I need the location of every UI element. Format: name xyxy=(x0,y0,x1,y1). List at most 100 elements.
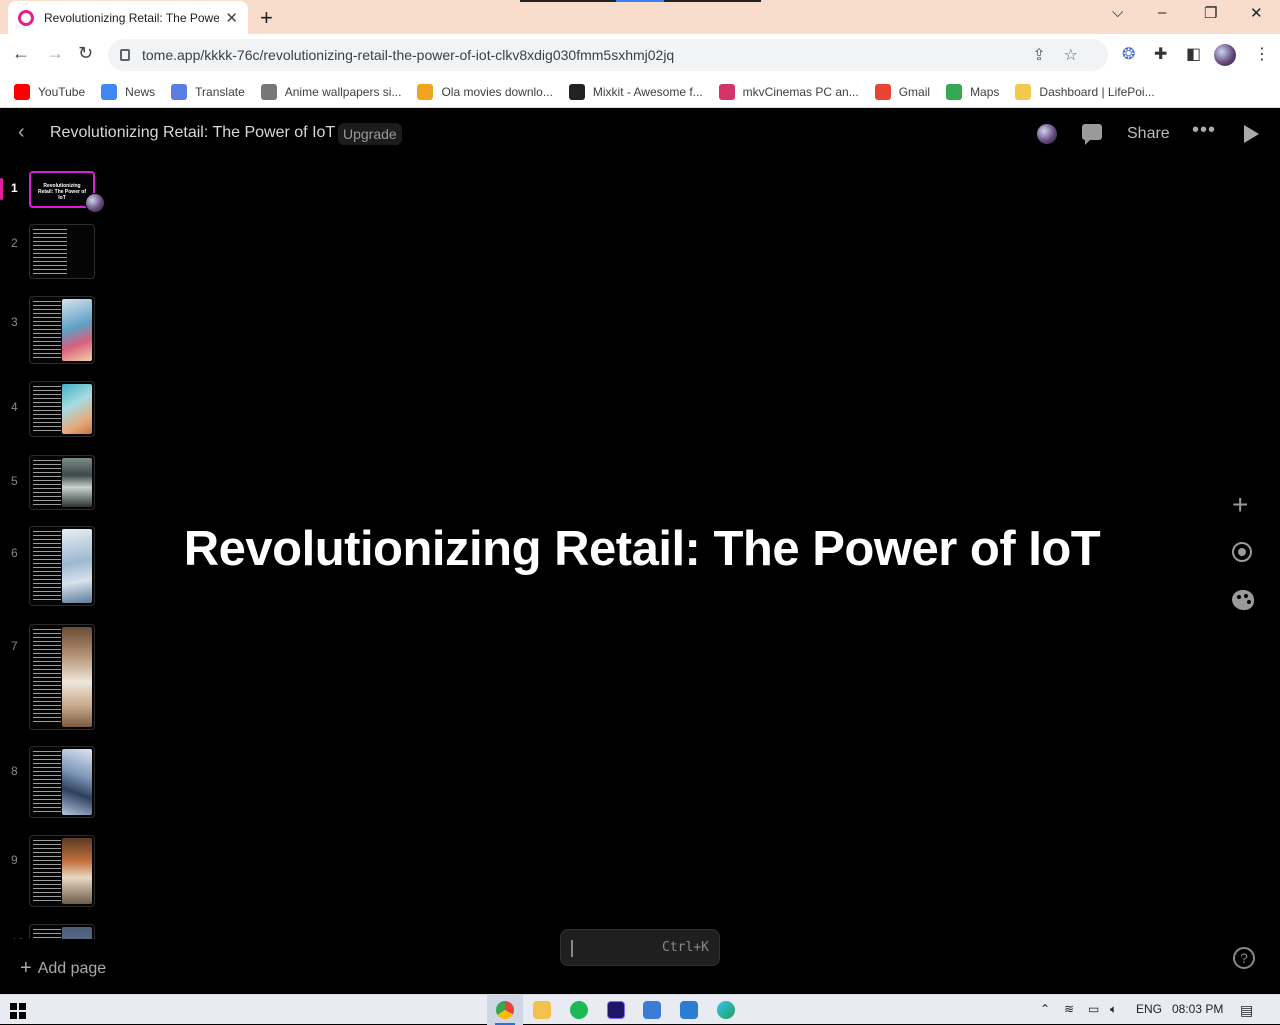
present-play-icon[interactable] xyxy=(1244,125,1259,143)
document-title[interactable]: Revolutionizing Retail: The Power of IoT xyxy=(50,124,335,142)
page-thumbnail[interactable] xyxy=(29,224,95,279)
bookmark-item[interactable]: Ola movies downlo... xyxy=(417,83,553,100)
bookmark-label: News xyxy=(125,84,156,99)
thumbnail-image xyxy=(62,299,92,361)
language-indicator[interactable]: ENG xyxy=(1136,1002,1162,1016)
battery-icon[interactable]: ▭ xyxy=(1088,1002,1099,1016)
page-thumbnail[interactable] xyxy=(29,624,95,730)
back-arrow-icon[interactable]: ‹ xyxy=(18,121,25,144)
edge-icon[interactable] xyxy=(717,1001,735,1019)
theme-palette-icon[interactable] xyxy=(1232,590,1254,610)
clock[interactable]: 08:03 PM xyxy=(1172,1002,1223,1016)
page-thumbnail[interactable] xyxy=(29,381,95,437)
notifications-icon[interactable]: ▤ xyxy=(1240,1002,1253,1019)
browser-tab-active[interactable]: Revolutionizing Retail: The Power of IoT… xyxy=(8,1,248,34)
more-options-icon[interactable]: ••• xyxy=(1192,119,1216,142)
profile-avatar[interactable] xyxy=(1214,44,1236,66)
premiere-pro-icon[interactable] xyxy=(607,1001,625,1019)
mail-icon[interactable] xyxy=(680,1001,698,1019)
mkv-icon xyxy=(718,83,735,100)
thumbnail-image xyxy=(62,458,92,507)
extension-icon[interactable]: ❂ xyxy=(1122,44,1135,64)
upgrade-button[interactable]: Upgrade xyxy=(338,123,402,145)
tab-search-dropdown-icon[interactable]: ⌵ xyxy=(1112,4,1123,21)
lifepoint-icon xyxy=(1015,83,1032,100)
windows-start-icon[interactable] xyxy=(10,1003,26,1019)
anime-icon xyxy=(260,83,277,100)
close-tab-icon[interactable]: ✕ xyxy=(225,9,238,27)
bookmark-item[interactable]: YouTube xyxy=(14,83,85,100)
puzzle-extensions-icon[interactable]: ✚ xyxy=(1154,44,1167,64)
wifi-icon[interactable]: ≋ xyxy=(1064,1002,1074,1016)
thumbnail-title: Revolutionizing Retail: The Power of IoT xyxy=(37,183,87,201)
page-thumbnail[interactable] xyxy=(29,835,95,907)
back-button[interactable]: ← xyxy=(12,43,30,64)
bookmark-item[interactable]: Dashboard | LifePoi... xyxy=(1015,83,1155,100)
page-thumbnail[interactable] xyxy=(29,924,95,939)
youtube-icon xyxy=(14,83,30,100)
page-sidebar: 1 Revolutionizing Retail: The Power of I… xyxy=(0,164,110,939)
news-icon xyxy=(101,83,118,100)
record-icon[interactable] xyxy=(1232,542,1252,562)
thumbnail-image xyxy=(62,529,92,603)
gmail-icon xyxy=(874,83,891,100)
page-thumbnail[interactable] xyxy=(29,526,95,606)
page-number: 2 xyxy=(11,236,18,250)
reload-button[interactable]: ↻ xyxy=(78,43,93,64)
file-explorer-icon[interactable] xyxy=(533,1001,551,1019)
add-page-button[interactable]: + Add page xyxy=(20,957,106,980)
page-number: 3 xyxy=(11,315,18,329)
thumbnail-image xyxy=(62,749,92,815)
thumbnail-image xyxy=(62,384,92,434)
comment-icon[interactable] xyxy=(1082,124,1102,145)
new-tab-button[interactable]: + xyxy=(260,5,273,31)
share-star-icons[interactable]: ⇪☆ xyxy=(1032,45,1096,65)
slide-title[interactable]: Revolutionizing Retail: The Power of IoT xyxy=(110,521,1174,577)
share-button[interactable]: Share xyxy=(1127,125,1170,143)
browser-toolbar: ← → ↻ tome.app/kkkk-76c/revolutionizing-… xyxy=(0,34,1280,76)
forward-button[interactable]: → xyxy=(46,43,64,64)
page-thumbnail[interactable] xyxy=(29,746,95,818)
bookmark-item[interactable]: News xyxy=(101,83,156,100)
plus-icon: + xyxy=(20,957,32,979)
thumbnail-image xyxy=(62,838,92,904)
browser-tab-title: Revolutionizing Retail: The Power of IoT xyxy=(44,10,219,25)
page-thumbnail[interactable] xyxy=(29,296,95,364)
bookmark-label: Dashboard | LifePoi... xyxy=(1039,84,1155,99)
bookmark-item[interactable]: Anime wallpapers si... xyxy=(260,83,402,100)
bookmark-item[interactable]: Maps xyxy=(946,83,1000,100)
bookmark-label: Maps xyxy=(970,84,1000,99)
page-number: 5 xyxy=(11,474,18,488)
spotify-icon[interactable] xyxy=(570,1001,588,1019)
add-tile-plus-icon[interactable]: + xyxy=(1232,489,1248,521)
bookmark-label: Translate xyxy=(195,84,245,99)
microsoft-store-icon[interactable] xyxy=(643,1001,661,1019)
thumbnail-image xyxy=(62,927,92,939)
bookmark-item[interactable]: Mixkit - Awesome f... xyxy=(568,83,703,100)
menu-kebab-icon[interactable]: ⋮ xyxy=(1254,44,1270,64)
browser-tab-strip: Revolutionizing Retail: The Power of IoT… xyxy=(0,0,1280,34)
restore-window-button[interactable]: ❐ xyxy=(1204,4,1217,22)
user-avatar[interactable] xyxy=(1037,124,1057,144)
close-window-button[interactable]: ✕ xyxy=(1250,4,1263,22)
tray-chevron-icon[interactable]: ⌃ xyxy=(1040,1002,1050,1016)
bookmark-label: Anime wallpapers si... xyxy=(284,84,402,99)
translate-icon xyxy=(171,83,188,100)
page-thumbnail[interactable] xyxy=(29,455,95,510)
page-number: 10 xyxy=(11,936,24,939)
volume-icon[interactable]: 🔈︎ xyxy=(1110,1002,1117,1017)
chrome-icon[interactable] xyxy=(496,1001,514,1019)
minimize-window-button[interactable]: – xyxy=(1158,4,1166,21)
url-text[interactable]: tome.app/kkkk-76c/revolutionizing-retail… xyxy=(142,47,674,63)
bookmark-item[interactable]: Translate xyxy=(171,83,245,100)
maps-icon xyxy=(946,83,963,100)
help-icon[interactable]: ? xyxy=(1233,947,1255,969)
address-bar[interactable]: tome.app/kkkk-76c/revolutionizing-retail… xyxy=(108,39,1108,71)
command-bar-input[interactable]: Ctrl+K xyxy=(560,929,720,966)
side-panel-icon[interactable]: ◧ xyxy=(1186,44,1201,64)
bookmark-label: Gmail xyxy=(898,84,931,99)
bookmark-item[interactable]: mkvCinemas PC an... xyxy=(718,83,859,100)
mixkit-icon xyxy=(568,83,585,100)
lock-icon[interactable] xyxy=(120,49,130,61)
bookmark-item[interactable]: Gmail xyxy=(874,83,931,100)
